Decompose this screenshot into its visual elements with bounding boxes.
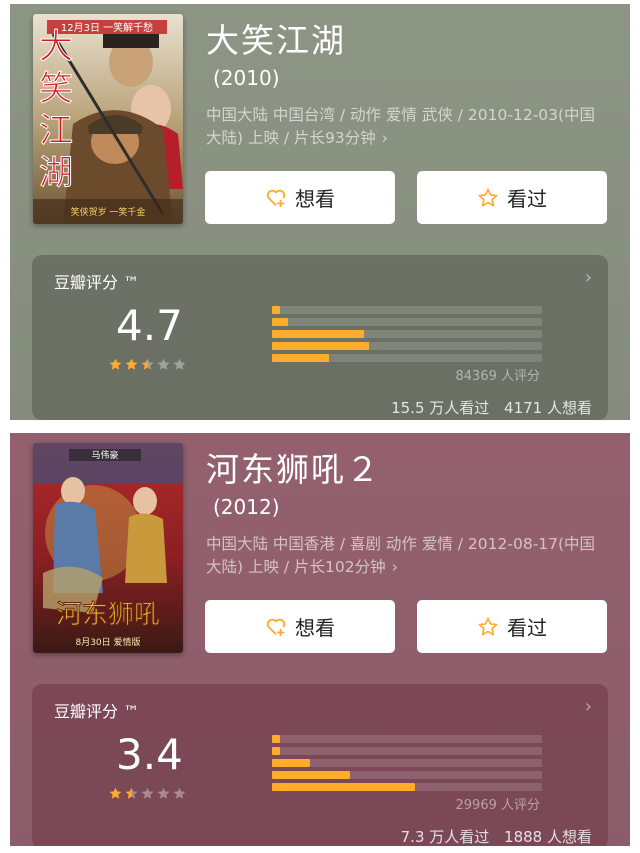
- distribution-bar: [272, 354, 329, 362]
- distribution-track: [272, 783, 542, 791]
- want-button-label: 想看: [295, 616, 335, 640]
- rating-label: 豆瓣评分 ™: [54, 702, 140, 721]
- distribution-bar: [272, 306, 281, 314]
- want-button-label: 想看: [295, 187, 335, 211]
- star-outline-icon: [478, 616, 498, 636]
- distribution-bar: [272, 735, 281, 743]
- movie-info[interactable]: 中国大陆 中国台湾 / 动作 爱情 武侠 / 2010-12-03(中国大陆) …: [206, 104, 610, 150]
- rating-score: 4.7: [116, 301, 183, 350]
- vote-count: 29969 人评分: [455, 798, 541, 813]
- star-icon: [109, 358, 122, 370]
- distribution-track: [272, 318, 542, 326]
- movie-year: (2012): [213, 495, 280, 519]
- poster-top-text: 12月3日 一笑解千愁: [61, 21, 153, 34]
- distribution-bar: [272, 330, 364, 338]
- heart-plus-icon: [266, 189, 286, 207]
- seen-button-label: 看过: [507, 187, 547, 211]
- distribution-bar: [272, 783, 416, 791]
- distribution-track: [272, 342, 542, 350]
- want-button[interactable]: 想看: [205, 600, 395, 653]
- distribution-bar: [272, 342, 370, 350]
- star-icon: [141, 787, 154, 799]
- poster-top-text: 马伟豪: [91, 449, 118, 461]
- movie-card-2: 马伟豪 河东狮吼 8月30日 爱情版 河东狮吼２ (2012) 中国大陆 中国香…: [10, 433, 630, 846]
- rating-stars: [108, 786, 187, 801]
- distribution-track: [272, 747, 542, 755]
- distribution-bar: [272, 318, 289, 326]
- poster-title-text: 河东狮吼: [56, 600, 160, 630]
- watched-count[interactable]: 7.3 万人看过: [401, 828, 490, 846]
- rating-panel[interactable]: 豆瓣评分 ™ › 3.4 29969 人评分 7.3 万人看过 1888 人想看: [32, 684, 608, 846]
- distribution-bar: [272, 759, 310, 767]
- star-icon: [141, 358, 154, 370]
- distribution-track: [272, 735, 542, 743]
- seen-button[interactable]: 看过: [417, 171, 607, 224]
- poster-title-char: 大: [39, 27, 73, 67]
- watched-count[interactable]: 15.5 万人看过: [391, 399, 489, 417]
- star-icon: [157, 787, 170, 799]
- star-icon: [109, 787, 122, 799]
- poster-title-char: 笑: [39, 69, 73, 109]
- poster-title-char: 湖: [39, 153, 73, 193]
- distribution-track: [272, 759, 542, 767]
- distribution-bar: [272, 747, 281, 755]
- rating-panel[interactable]: 豆瓣评分 ™ › 4.7 84369 人评分 15.5 万人看过 4171 人想…: [32, 255, 608, 420]
- rating-score: 3.4: [116, 730, 183, 779]
- star-icon: [173, 787, 186, 799]
- poster-image[interactable]: 马伟豪 河东狮吼 8月30日 爱情版: [33, 443, 183, 653]
- star-icon: [125, 787, 138, 799]
- star-icon: [173, 358, 186, 370]
- movie-info-text: 中国大陆 中国香港 / 喜剧 动作 爱情 / 2012-08-17(中国大陆) …: [206, 535, 596, 576]
- rating-stars: [108, 357, 187, 372]
- distribution-track: [272, 354, 542, 362]
- seen-button[interactable]: 看过: [417, 600, 607, 653]
- vote-count: 84369 人评分: [455, 369, 541, 384]
- movie-info-text: 中国大陆 中国台湾 / 动作 爱情 武侠 / 2010-12-03(中国大陆) …: [206, 106, 596, 147]
- want-button[interactable]: 想看: [205, 171, 395, 224]
- poster-art-2: 马伟豪 河东狮吼 8月30日 爱情版: [33, 443, 183, 653]
- movie-year: (2010): [213, 66, 280, 90]
- heart-plus-icon: [266, 618, 286, 636]
- wish-count[interactable]: 1888 人想看: [504, 828, 592, 846]
- seen-button-label: 看过: [507, 616, 547, 640]
- poster-art-1: 12月3日 一笑解千愁 大 笑 江 湖 笑侠贺岁 一笑千金: [33, 14, 183, 224]
- rating-footer: 7.3 万人看过 1888 人想看: [401, 826, 592, 846]
- poster-title-char: 江: [39, 111, 73, 151]
- wish-count[interactable]: 4171 人想看: [504, 399, 592, 417]
- chevron-right-icon: ›: [584, 267, 592, 288]
- movie-info[interactable]: 中国大陆 中国香港 / 喜剧 动作 爱情 / 2012-08-17(中国大陆) …: [206, 533, 610, 579]
- star-icon: [125, 358, 138, 370]
- distribution-track: [272, 306, 542, 314]
- distribution-bar: [272, 771, 351, 779]
- star-icon: [157, 358, 170, 370]
- distribution-track: [272, 330, 542, 338]
- poster-bottom-text: 笑侠贺岁 一笑千金: [71, 206, 146, 218]
- rating-label: 豆瓣评分 ™: [54, 273, 140, 292]
- chevron-right-icon: ›: [391, 558, 398, 576]
- movie-title: 河东狮吼２: [206, 450, 381, 489]
- distribution-track: [272, 771, 542, 779]
- star-outline-icon: [478, 187, 498, 207]
- movie-title: 大笑江湖: [206, 21, 346, 60]
- poster-image[interactable]: 12月3日 一笑解千愁 大 笑 江 湖 笑侠贺岁 一笑千金: [33, 14, 183, 224]
- movie-card-1: 12月3日 一笑解千愁 大 笑 江 湖 笑侠贺岁 一笑千金 大笑江湖 (2010…: [10, 4, 630, 420]
- rating-footer: 15.5 万人看过 4171 人想看: [391, 397, 592, 418]
- chevron-right-icon: ›: [381, 129, 388, 147]
- poster-date-text: 8月30日 爱情版: [75, 636, 140, 648]
- chevron-right-icon: ›: [584, 696, 592, 717]
